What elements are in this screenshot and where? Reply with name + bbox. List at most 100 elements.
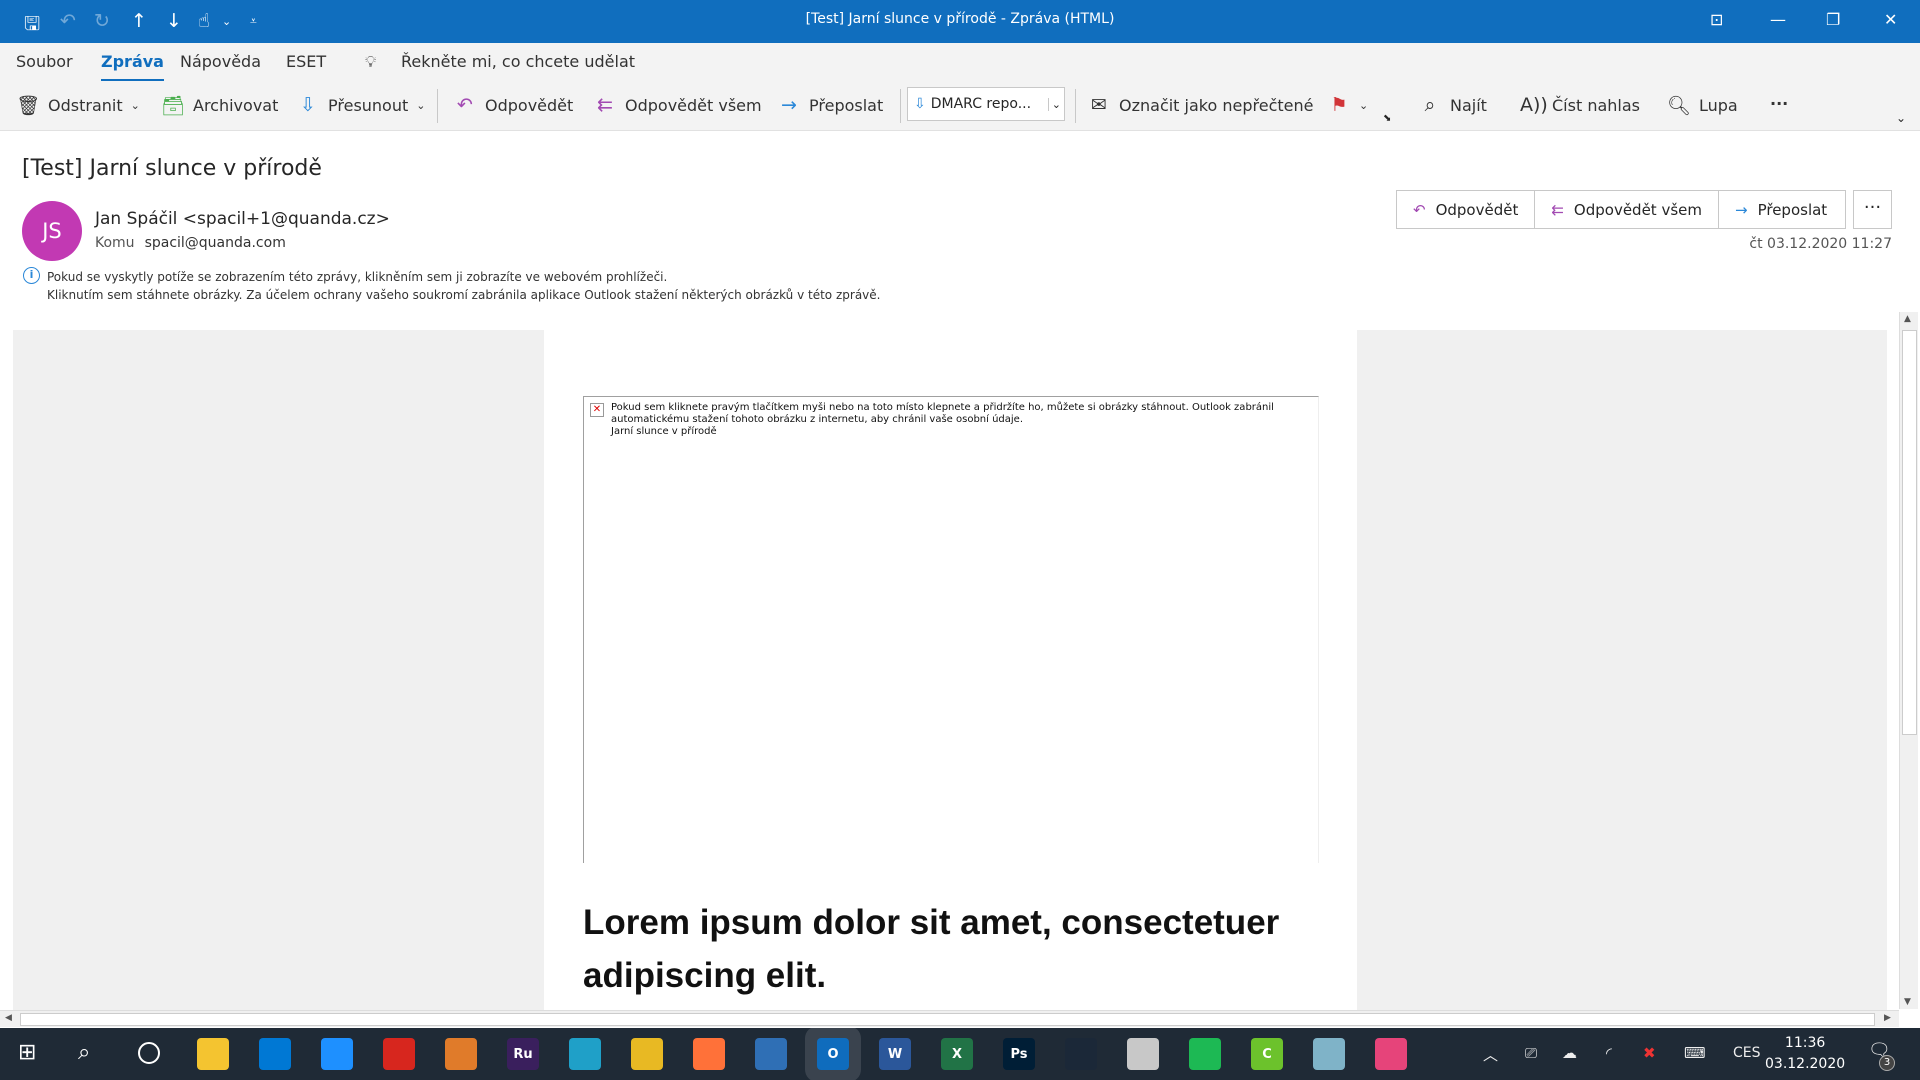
scroll-down-icon[interactable]: ▼ xyxy=(1904,997,1911,1007)
minimize-button[interactable]: — xyxy=(1770,10,1786,29)
reply-all-icon: ⇇ xyxy=(1551,200,1564,219)
forward-icon: → xyxy=(781,94,797,116)
flag-button[interactable]: ⚑ ⌄ xyxy=(1327,94,1368,116)
store-taskbar-icon[interactable] xyxy=(259,1038,291,1070)
reply-all-button[interactable]: ⇇ Odpovědět všem xyxy=(593,94,762,116)
reply-icon: ↶ xyxy=(1413,200,1426,219)
message-subject: [Test] Jarní slunce v přírodě xyxy=(22,156,322,181)
view-in-browser-notice[interactable]: Pokud se vyskytly potíže se zobrazením t… xyxy=(47,270,667,284)
read-aloud-icon: A)) xyxy=(1520,94,1548,116)
camera-icon[interactable]: ⎚ xyxy=(1525,1044,1537,1062)
dialog-launcher-icon[interactable]: ⬊ xyxy=(1383,113,1391,124)
app-orange-taskbar-icon[interactable] xyxy=(445,1038,477,1070)
forward-button[interactable]: → Přeposlat xyxy=(777,94,883,116)
scroll-up-icon[interactable]: ▲ xyxy=(1904,314,1911,324)
tab-help[interactable]: Nápověda xyxy=(180,52,261,71)
chevron-down-icon[interactable]: ⌄ xyxy=(1047,97,1064,111)
flag-icon: ⚑ xyxy=(1330,94,1348,116)
avatar[interactable]: JS xyxy=(22,201,82,261)
chevron-up-icon[interactable]: ︿ xyxy=(1483,1044,1498,1065)
dropbox-icon[interactable]: ✖ xyxy=(1643,1044,1656,1062)
divider xyxy=(1075,89,1076,123)
body-heading: Lorem ipsum dolor sit amet, consectetuer… xyxy=(583,903,1280,995)
archive-button[interactable]: 🗃︎ Archivovat xyxy=(161,94,278,117)
tell-me-search[interactable]: Řekněte mi, co chcete udělat xyxy=(401,52,635,71)
reply-all-label: Odpovědět všem xyxy=(1573,200,1702,219)
reply-all-label: Odpovědět všem xyxy=(625,95,762,115)
excel-taskbar-icon[interactable]: X xyxy=(941,1038,973,1070)
file-explorer-taskbar-icon[interactable] xyxy=(197,1038,229,1070)
broken-image-icon: ✕ xyxy=(590,403,604,417)
tab-eset[interactable]: ESET xyxy=(286,52,326,71)
search-icon[interactable]: ⌕ xyxy=(78,1040,90,1065)
app-notes-taskbar-icon[interactable] xyxy=(1313,1038,1345,1070)
wifi-icon[interactable]: ◜ xyxy=(1606,1044,1612,1062)
windows-start-icon[interactable]: ⊞ xyxy=(18,1040,36,1065)
scroll-thumb[interactable] xyxy=(1902,330,1917,735)
blocked-image[interactable]: ✕ Pokud sem kliknete pravým tlačítkem my… xyxy=(583,396,1319,863)
acrobat-taskbar-icon[interactable] xyxy=(383,1038,415,1070)
word-taskbar-icon[interactable]: W xyxy=(879,1038,911,1070)
quick-steps-gallery[interactable]: ⇩ DMARC repo... ⌄ xyxy=(907,87,1065,121)
scroll-thumb[interactable] xyxy=(20,1013,1875,1026)
keyboard-icon[interactable]: ⌨ xyxy=(1684,1044,1706,1062)
close-button[interactable]: ✕ xyxy=(1884,10,1897,29)
chrome-taskbar-icon[interactable] xyxy=(631,1038,663,1070)
ribbon-display-icon[interactable]: ⊡ xyxy=(1710,10,1723,29)
vertical-scrollbar[interactable]: ▲ ▼ xyxy=(1899,312,1918,1009)
chevron-down-icon[interactable]: ⌄ xyxy=(1896,111,1906,125)
mark-unread-button[interactable]: ✉ Označit jako nepřečtené xyxy=(1087,94,1313,116)
spotify-taskbar-icon[interactable] xyxy=(1189,1038,1221,1070)
clock[interactable]: 11:36 03.12.2020 xyxy=(1765,1033,1845,1075)
tab-file[interactable]: Soubor xyxy=(16,52,73,71)
language-indicator[interactable]: CES xyxy=(1733,1045,1761,1061)
audition-taskbar-icon[interactable]: Ru xyxy=(507,1038,539,1070)
more-commands-button[interactable]: ··· xyxy=(1770,94,1788,113)
blocked-image-text: Pokud sem kliknete pravým tlačítkem myši… xyxy=(611,402,1291,438)
sender[interactable]: Jan Spáčil <spacil+1@quanda.cz> xyxy=(95,209,390,229)
download-images-notice[interactable]: Kliknutím sem stáhnete obrázky. Za účele… xyxy=(47,288,880,302)
notification-count: 3 xyxy=(1879,1055,1895,1071)
cortana-icon[interactable] xyxy=(138,1042,160,1064)
envelope-icon: ✉ xyxy=(1091,94,1107,116)
scroll-left-icon[interactable]: ◀ xyxy=(5,1013,12,1023)
tab-message[interactable]: Zpráva xyxy=(101,52,164,82)
thunderbird-taskbar-icon[interactable] xyxy=(755,1038,787,1070)
read-aloud-button[interactable]: A)) Číst nahlas xyxy=(1520,94,1640,116)
app-drop-taskbar-icon[interactable] xyxy=(1375,1038,1407,1070)
scroll-right-icon[interactable]: ▶ xyxy=(1884,1013,1891,1023)
zoom-button[interactable]: 🔍︎ Lupa xyxy=(1667,94,1738,117)
search-icon: ⌕ xyxy=(1424,94,1436,116)
restore-button[interactable]: ❐ xyxy=(1826,10,1840,29)
reply-all-button[interactable]: ⇇ Odpovědět všem xyxy=(1534,190,1719,229)
forward-button[interactable]: → Přeposlat xyxy=(1718,190,1847,229)
app-green-taskbar-icon[interactable]: C xyxy=(1251,1038,1283,1070)
reply-all-icon: ⇇ xyxy=(597,94,613,116)
reply-label: Odpovědět xyxy=(1435,200,1519,219)
read-aloud-label: Číst nahlas xyxy=(1552,95,1640,115)
steam-taskbar-icon[interactable] xyxy=(1065,1038,1097,1070)
menu-tabs: Soubor Zpráva Nápověda ESET 💡︎ Řekněte m… xyxy=(0,43,1920,82)
app-paint-taskbar-icon[interactable] xyxy=(1127,1038,1159,1070)
window-title: [Test] Jarní slunce v přírodě - Zpráva (… xyxy=(805,11,1115,27)
reply-button[interactable]: ↶ Odpovědět xyxy=(453,94,573,116)
magnifier-icon: 🔍︎ xyxy=(1667,95,1692,117)
photoshop-taskbar-icon[interactable]: Ps xyxy=(1003,1038,1035,1070)
onedrive-icon[interactable]: ☁ xyxy=(1562,1044,1577,1062)
archive-icon: 🗃︎ xyxy=(161,95,186,117)
more-actions-button[interactable]: ··· xyxy=(1853,190,1892,229)
app-blue-taskbar-icon[interactable] xyxy=(321,1038,353,1070)
move-label: Přesunout xyxy=(328,95,409,115)
reply-icon: ↶ xyxy=(457,94,473,116)
firefox-taskbar-icon[interactable] xyxy=(693,1038,725,1070)
find-button[interactable]: ⌕ Najít xyxy=(1418,94,1487,116)
archive-label: Archivovat xyxy=(193,96,279,115)
reply-button[interactable]: ↶ Odpovědět xyxy=(1396,190,1536,229)
recipient[interactable]: spacil@quanda.com xyxy=(145,235,286,251)
outlook-taskbar-icon[interactable]: O xyxy=(817,1038,849,1070)
delete-button[interactable]: 🗑︎ Odstranit ⌄ xyxy=(16,94,140,117)
move-icon: ⇩ xyxy=(300,94,316,116)
horizontal-scrollbar[interactable]: ◀ ▶ xyxy=(0,1010,1899,1027)
edge-taskbar-icon[interactable] xyxy=(569,1038,601,1070)
move-button[interactable]: ⇩ Přesunout ⌄ xyxy=(296,94,425,116)
